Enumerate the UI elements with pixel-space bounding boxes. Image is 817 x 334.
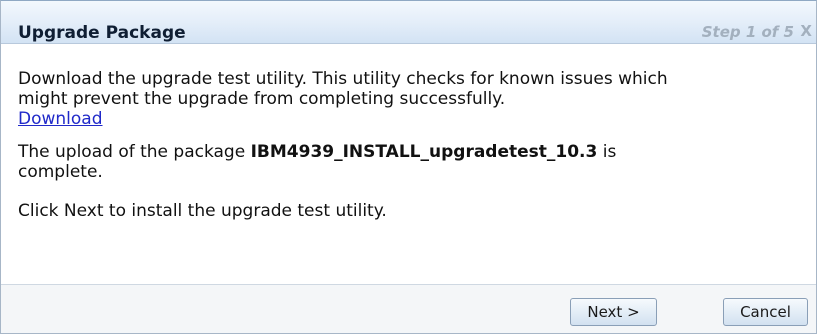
upload-status-complete: complete. [18, 162, 103, 182]
upgrade-package-dialog: Upgrade Package Step 1 of 5 X Download t… [0, 0, 817, 334]
upload-status-suffix: is [597, 142, 617, 162]
intro-text-line2: might prevent the upgrade from completin… [18, 89, 506, 109]
dialog-footer: Next > Cancel [1, 285, 816, 333]
step-indicator: Step 1 of 5 [701, 23, 794, 41]
dialog-content: Download the upgrade test utility. This … [18, 69, 803, 221]
dialog-title: Upgrade Package [18, 23, 186, 43]
instruction-text: Click Next to install the upgrade test u… [18, 201, 387, 221]
package-name: IBM4939_INSTALL_upgradetest_10.3 [250, 142, 598, 162]
close-icon[interactable]: X [800, 22, 812, 40]
upload-status-text: The upload of the package IBM4939_INSTAL… [18, 142, 803, 162]
upload-status-prefix: The upload of the package [18, 142, 251, 162]
download-link[interactable]: Download [18, 109, 103, 129]
intro-text-line1: Download the upgrade test utility. This … [18, 69, 668, 89]
dialog-title-bar: Upgrade Package Step 1 of 5 X [1, 1, 816, 44]
cancel-button[interactable]: Cancel [723, 298, 808, 326]
next-button[interactable]: Next > [570, 298, 657, 326]
